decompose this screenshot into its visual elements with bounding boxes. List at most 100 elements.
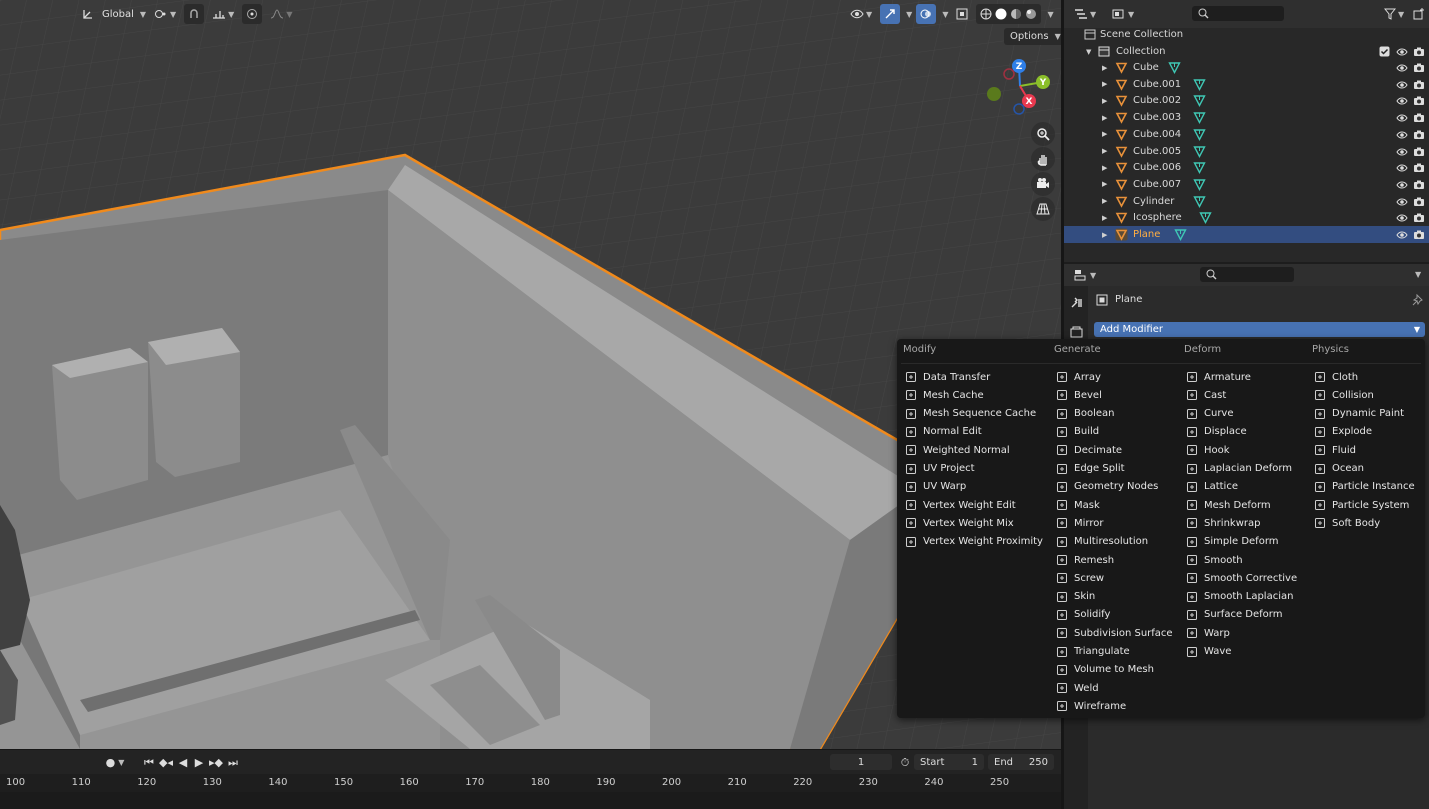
modifier-menu-item[interactable]: Surface Deform (1186, 606, 1282, 624)
overlays-toggle-icon[interactable] (916, 4, 937, 24)
outliner-object-row[interactable]: ▶ Cube.005 (1064, 143, 1429, 160)
modifier-menu-item[interactable]: Wave (1186, 643, 1231, 661)
modifier-menu-item[interactable]: Armature (1186, 368, 1251, 386)
chevron-down-icon[interactable]: ▼ (1047, 10, 1053, 19)
modifier-menu-item[interactable]: Multiresolution (1056, 533, 1148, 551)
current-frame-field[interactable]: 1 (830, 754, 892, 770)
pivot-point-icon[interactable]: ▼ (150, 4, 180, 24)
render-camera-icon[interactable] (1413, 79, 1425, 91)
modifier-menu-item[interactable]: Skin (1056, 588, 1095, 606)
outliner-object-row[interactable]: ▶ Cube.003 (1064, 109, 1429, 126)
modifier-menu-item[interactable]: Weld (1056, 679, 1099, 697)
editor-type-icon[interactable]: ▼ (1070, 4, 1100, 24)
eye-icon[interactable] (1396, 62, 1408, 74)
modifier-menu-item[interactable]: Array (1056, 368, 1101, 386)
eye-icon[interactable] (1396, 229, 1408, 241)
end-frame-field[interactable]: End 250 (988, 754, 1054, 770)
expand-arrow-icon[interactable]: ▶ (1102, 147, 1107, 155)
render-camera-icon[interactable] (1413, 212, 1425, 224)
transform-orientation-dropdown[interactable]: Global ▼ (78, 3, 146, 25)
proportional-edit-icon[interactable] (242, 4, 263, 24)
jump-start-icon[interactable]: ⏮ (142, 755, 156, 770)
modifier-menu-item[interactable]: Mesh Cache (905, 386, 984, 404)
display-mode-icon[interactable]: ▼ (1108, 4, 1138, 24)
outliner-object-row[interactable]: ▶ Cube.006 (1064, 159, 1429, 176)
modifier-menu-item[interactable]: Weighted Normal (905, 441, 1010, 459)
new-collection-icon[interactable] (1409, 4, 1429, 24)
modifier-menu-item[interactable]: Cast (1186, 386, 1226, 404)
ortho-grid-icon[interactable] (1031, 197, 1055, 221)
play-icon[interactable]: ▶ (192, 755, 206, 770)
editor-type-icon[interactable]: ▼ (1070, 265, 1100, 285)
render-camera-icon[interactable] (1413, 129, 1425, 141)
expand-arrow-icon[interactable]: ▶ (1102, 130, 1107, 138)
expand-arrow-icon[interactable]: ▶ (1102, 64, 1107, 72)
modifier-menu-item[interactable]: Cloth (1314, 368, 1358, 386)
gizmo-toggle-icon[interactable] (880, 4, 901, 24)
modifier-menu-item[interactable]: Particle System (1314, 496, 1409, 514)
eye-icon[interactable] (1396, 146, 1408, 158)
timeline[interactable]: ● ▼ ⏮ ◆◂ ◀ ▶ ▸◆ ⏭ 1 ⏱ Start 1 End 250 100… (0, 749, 1061, 809)
filter-icon[interactable]: ▼ (1380, 4, 1408, 24)
modifier-menu-item[interactable]: Hook (1186, 441, 1230, 459)
modifier-menu-item[interactable]: Normal Edit (905, 423, 982, 441)
prev-keyframe-icon[interactable]: ◆◂ (158, 755, 174, 770)
play-reverse-icon[interactable]: ◀ (176, 755, 190, 770)
checkbox-icon[interactable] (1379, 46, 1390, 57)
render-camera-icon[interactable] (1413, 95, 1425, 107)
render-tab-icon[interactable] (1070, 326, 1083, 339)
snap-target-icon[interactable]: ▼ (208, 4, 238, 24)
modifier-menu-item[interactable]: Solidify (1056, 606, 1110, 624)
modifier-menu-item[interactable]: Vertex Weight Edit (905, 496, 1016, 514)
collection-row[interactable]: ▼ Collection (1064, 43, 1429, 60)
modifier-menu-item[interactable]: UV Warp (905, 478, 966, 496)
modifier-menu-item[interactable]: Vertex Weight Mix (905, 514, 1014, 532)
eye-icon[interactable] (1396, 46, 1408, 58)
modifier-menu-item[interactable]: Explode (1314, 423, 1372, 441)
modifier-menu-item[interactable]: Shrinkwrap (1186, 514, 1260, 532)
modifier-menu-item[interactable]: Mirror (1056, 514, 1103, 532)
modifier-menu-item[interactable]: Lattice (1186, 478, 1238, 496)
outliner-object-row[interactable]: ▶ Cylinder (1064, 193, 1429, 210)
modifier-menu-item[interactable]: Decimate (1056, 441, 1122, 459)
eye-icon[interactable] (1396, 196, 1408, 208)
start-frame-field[interactable]: Start 1 (914, 754, 984, 770)
outliner-object-row[interactable]: ▶ Cube.007 (1064, 176, 1429, 193)
render-camera-icon[interactable] (1413, 62, 1425, 74)
mesh-data-icon[interactable] (1168, 61, 1181, 74)
xray-toggle-icon[interactable] (952, 4, 972, 24)
modifier-menu-item[interactable]: Particle Instance (1314, 478, 1415, 496)
modifier-menu-item[interactable]: Build (1056, 423, 1099, 441)
modifier-menu-item[interactable]: Smooth Corrective (1186, 569, 1297, 587)
mesh-data-icon[interactable] (1192, 161, 1206, 175)
modifier-menu-item[interactable]: Remesh (1056, 551, 1114, 569)
eye-icon[interactable] (1396, 129, 1408, 141)
mesh-data-icon[interactable] (1192, 128, 1206, 141)
timeline-track-area[interactable] (0, 792, 1061, 809)
modifier-menu-item[interactable]: Volume to Mesh (1056, 661, 1154, 679)
render-camera-icon[interactable] (1413, 162, 1425, 174)
modifier-menu-item[interactable]: Simple Deform (1186, 533, 1279, 551)
expand-arrow-icon[interactable]: ▶ (1102, 114, 1107, 122)
eye-icon[interactable] (1396, 179, 1408, 191)
expand-arrow-icon[interactable]: ▶ (1102, 197, 1107, 205)
mesh-data-icon[interactable] (1192, 195, 1206, 208)
modifier-menu-item[interactable]: Edge Split (1056, 460, 1125, 478)
pin-icon[interactable] (1412, 294, 1423, 306)
navigation-gizmo[interactable]: Z Y X (982, 56, 1052, 122)
modifier-menu-item[interactable]: Vertex Weight Proximity (905, 533, 1043, 551)
expand-arrow-icon[interactable]: ▶ (1102, 164, 1107, 172)
mesh-data-icon[interactable] (1192, 78, 1206, 91)
jump-end-icon[interactable]: ⏭ (226, 755, 240, 770)
render-camera-icon[interactable] (1413, 46, 1425, 58)
outliner[interactable]: ▼ ▼ ▼ Scene Collection ▼ Collection ▶ Cub… (1064, 0, 1429, 262)
modifier-menu-item[interactable]: Dynamic Paint (1314, 405, 1404, 423)
expand-arrow-icon[interactable]: ▶ (1102, 80, 1107, 88)
eye-icon[interactable] (1396, 162, 1408, 174)
eye-icon[interactable] (1396, 79, 1408, 91)
modifier-menu-item[interactable]: Displace (1186, 423, 1247, 441)
render-camera-icon[interactable] (1413, 112, 1425, 124)
mesh-data-icon[interactable] (1192, 111, 1206, 125)
tool-tab-icon[interactable] (1070, 296, 1083, 309)
modifier-menu-item[interactable]: UV Project (905, 460, 975, 478)
